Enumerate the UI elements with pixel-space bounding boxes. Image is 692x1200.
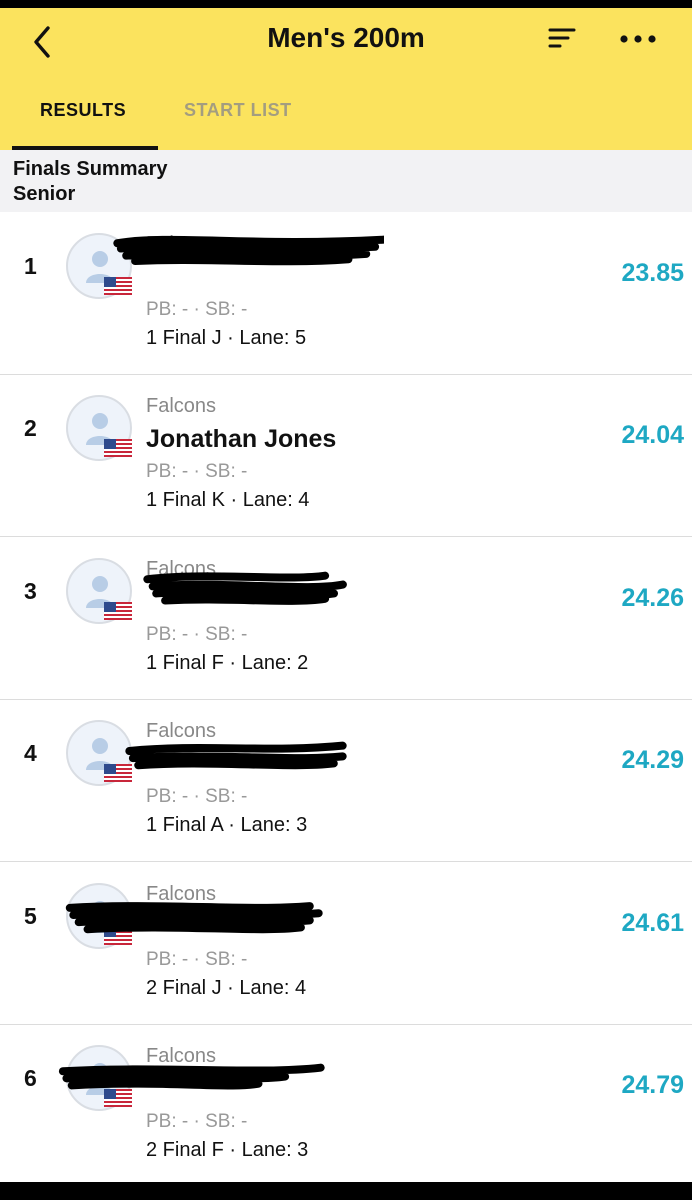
result-time: 24.04	[621, 421, 684, 449]
more-button[interactable]	[616, 24, 660, 54]
pb-sb-text: PB: - · SB: -	[146, 461, 248, 482]
pb-sb-text: PB: - · SB: -	[146, 786, 248, 807]
us-flag-icon	[104, 602, 132, 620]
bottom-edge	[0, 1182, 692, 1200]
result-time: 23.85	[621, 259, 684, 287]
page-title: Men's 200m	[267, 22, 425, 53]
team-name: Falcons	[146, 395, 217, 417]
result-row[interactable]: 1 Falcons PB: - · SB: - 1 Final J · Lane: 5…	[0, 213, 692, 375]
heat-lane-text: 1 Final J · Lane: 5	[146, 327, 307, 349]
pb-sb-text: PB: - · SB: -	[146, 299, 248, 320]
rank-number: 1	[24, 253, 37, 279]
pb-sb-text: PB: - · SB: -	[146, 949, 248, 970]
heat-lane-text: 1 Final F · Lane: 2	[146, 652, 309, 674]
pb-sb-text: PB: - · SB: -	[146, 624, 248, 645]
result-row[interactable]: 4 Falcons PB: - · SB: - 1 Final A · Lane: 3…	[0, 700, 692, 862]
heat-lane-text: 2 Final F · Lane: 3	[146, 1139, 309, 1161]
result-time: 24.61	[621, 909, 684, 937]
sort-icon	[548, 28, 576, 48]
result-time: 24.79	[621, 1071, 684, 1099]
us-flag-icon	[104, 927, 132, 945]
rank-number: 2	[24, 415, 37, 441]
section-division: Senior	[13, 183, 76, 205]
team-name: Falcons	[146, 558, 217, 580]
result-row[interactable]: 5 Falcons PB: - · SB: - 2 Final J · Lane: 4…	[0, 863, 692, 1025]
top-edge	[0, 0, 692, 8]
rank-number: 3	[24, 578, 37, 604]
tab-start-list[interactable]: START LIST	[184, 100, 292, 121]
result-time: 24.29	[621, 746, 684, 774]
rank-number: 5	[24, 903, 37, 929]
section-title: Finals Summary	[13, 158, 168, 180]
team-name: Falcons	[146, 883, 217, 905]
result-row[interactable]: 3 Falcons PB: - · SB: - 1 Final F · Lane: 2…	[0, 538, 692, 700]
team-name: Falcons	[146, 1045, 217, 1067]
us-flag-icon	[104, 439, 132, 457]
team-name: Falcons	[146, 233, 217, 255]
rank-number: 6	[24, 1065, 37, 1091]
rank-number: 4	[24, 740, 37, 766]
athlete-name[interactable]: Jonathan Jones	[146, 425, 336, 454]
tab-results[interactable]: RESULTS	[40, 100, 126, 121]
more-horizontal-icon	[620, 35, 656, 43]
us-flag-icon	[104, 764, 132, 782]
team-name: Falcons	[146, 720, 217, 742]
app-header: Men's 200m RESULTS START LIST	[0, 8, 692, 150]
result-row[interactable]: 6 Falcons PB: - · SB: - 2 Final F · Lane: 3…	[0, 1025, 692, 1187]
heat-lane-text: 2 Final J · Lane: 4	[146, 977, 307, 999]
result-time: 24.26	[621, 584, 684, 612]
heat-lane-text: 1 Final A · Lane: 3	[146, 814, 308, 836]
result-row[interactable]: 2 Falcons Jonathan Jones PB: - · SB: - 1 Fin…	[0, 375, 692, 537]
us-flag-icon	[104, 1089, 132, 1107]
heat-lane-text: 1 Final K · Lane: 4	[146, 489, 310, 511]
us-flag-icon	[104, 277, 132, 295]
sort-button[interactable]	[546, 24, 580, 54]
section-header: Finals Summary Senior	[0, 150, 692, 212]
pb-sb-text: PB: - · SB: -	[146, 1111, 248, 1132]
